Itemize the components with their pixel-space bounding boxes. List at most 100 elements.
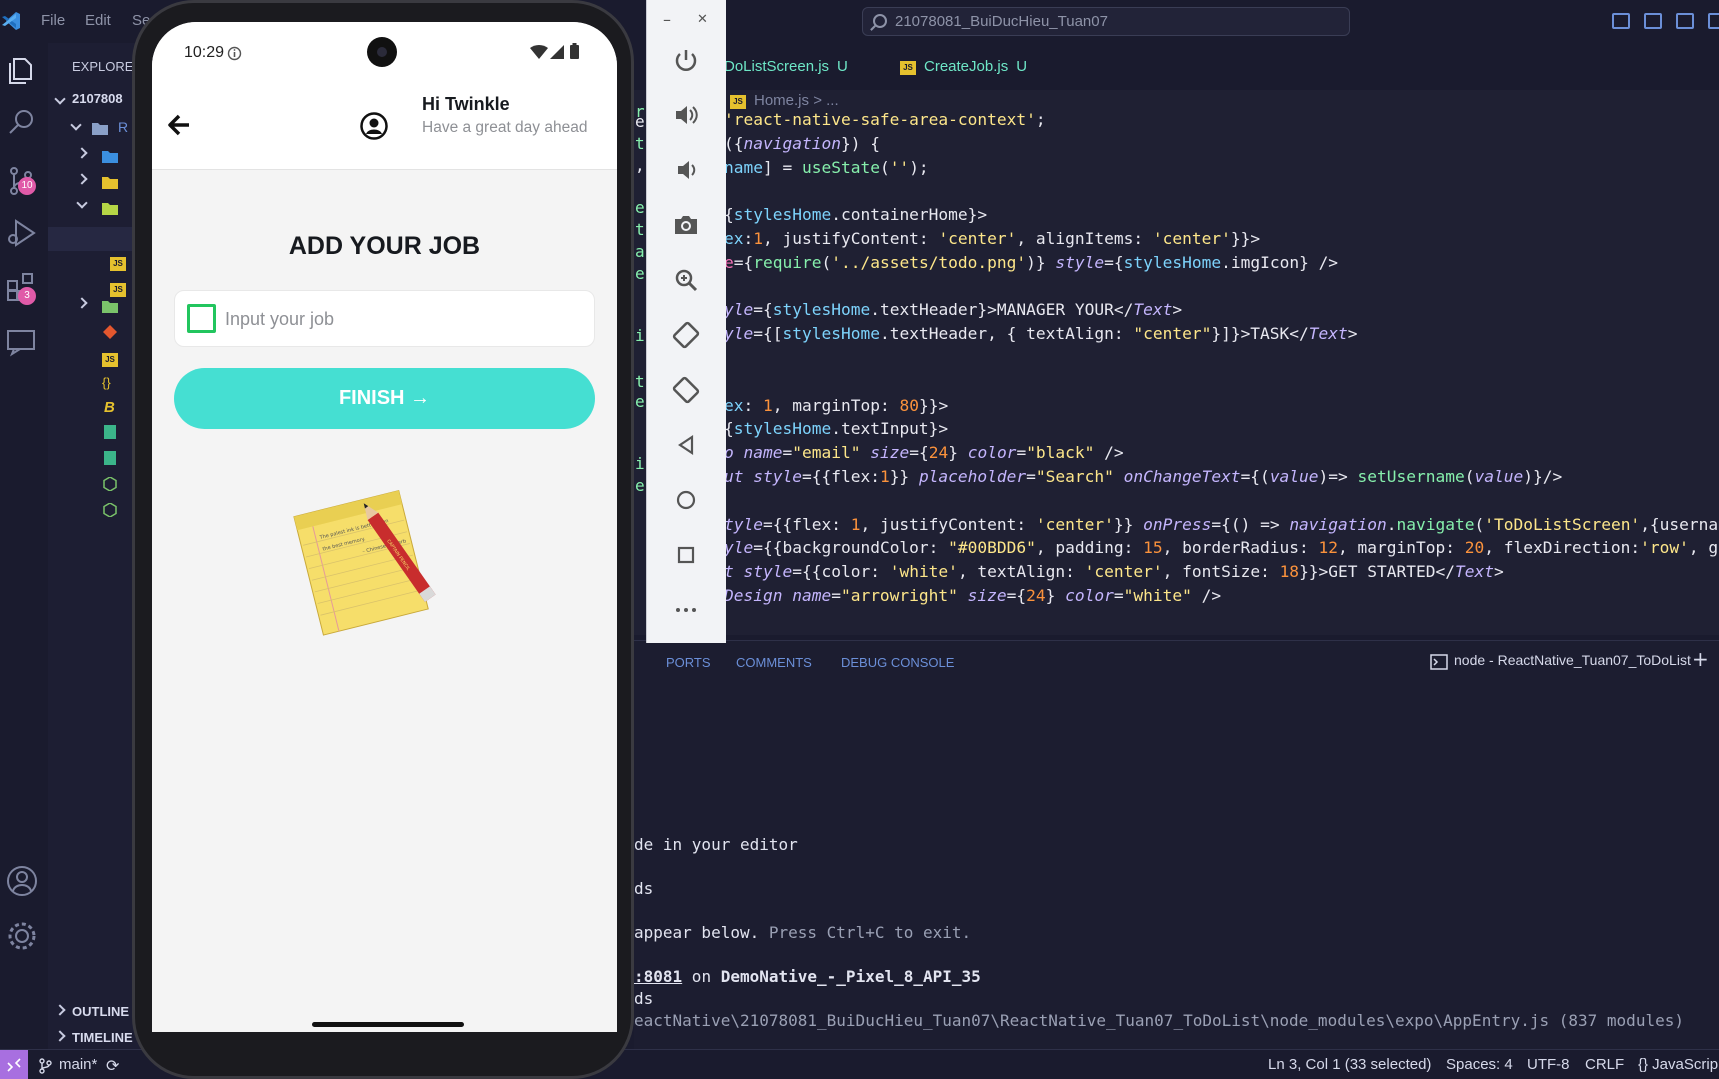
remote-explorer-icon[interactable]: [4, 323, 40, 359]
gutter-fragment: i: [635, 454, 645, 473]
image-file-icon[interactable]: [102, 451, 118, 465]
tab-ports[interactable]: PORTS: [666, 655, 711, 670]
back-icon[interactable]: [666, 425, 706, 465]
chevron-down-icon[interactable]: [76, 197, 88, 209]
command-search-box[interactable]: 21078081_BuiDucHieu_Tuan07: [862, 7, 1350, 36]
zoom-icon[interactable]: [666, 260, 706, 300]
extensions-badge: 3: [18, 287, 36, 305]
user-avatar-icon[interactable]: [360, 112, 388, 140]
outline-section[interactable]: OUTLINE: [72, 1004, 129, 1019]
accounts-icon[interactable]: [4, 863, 40, 899]
breadcrumb[interactable]: JS Home.js > ...: [730, 92, 839, 109]
remote-indicator[interactable]: [0, 1050, 28, 1079]
finish-button[interactable]: FINISH →: [174, 368, 595, 429]
search-icon[interactable]: [4, 105, 40, 141]
encoding[interactable]: UTF-8: [1527, 1056, 1570, 1073]
json-file-icon[interactable]: {}: [102, 375, 111, 390]
minimize-button[interactable]: –: [663, 10, 671, 29]
gutter-fragment: e: [635, 392, 645, 411]
js-file-icon[interactable]: JS: [102, 353, 118, 367]
tab-status: U: [837, 58, 848, 75]
language-mode[interactable]: {} JavaScrip: [1638, 1056, 1718, 1073]
vscode-logo-icon: [2, 12, 20, 30]
overview-icon[interactable]: [666, 535, 706, 575]
folder-icon: [102, 301, 118, 313]
greeting-text: Hi Twinkle: [422, 94, 510, 114]
search-icon: [873, 14, 887, 28]
toggle-panel-icon[interactable]: [1644, 13, 1662, 29]
job-input[interactable]: [225, 299, 585, 339]
home-icon[interactable]: [666, 480, 706, 520]
terminal-title[interactable]: node - ReactNative_Tuan07_ToDoList: [1454, 652, 1691, 668]
folder-icon: [102, 177, 118, 189]
chevron-right-icon[interactable]: [54, 1030, 66, 1042]
js-file-icon: JS: [730, 95, 746, 109]
rotate-left-icon[interactable]: [666, 315, 706, 355]
gutter-fragment: a: [635, 242, 645, 261]
code-content: 'react-native-safe-area-context'; ({navi…: [724, 110, 1719, 605]
close-button[interactable]: ✕: [697, 12, 708, 27]
customize-layout-icon[interactable]: [1708, 13, 1719, 29]
activity-bar: 10 3: [0, 43, 48, 1049]
chevron-down-icon[interactable]: [70, 119, 82, 131]
info-icon: [227, 46, 242, 61]
job-input-box[interactable]: [174, 290, 595, 347]
toggle-secondary-sidebar-icon[interactable]: [1676, 13, 1694, 29]
chevron-right-icon[interactable]: [54, 1004, 66, 1016]
js-file-icon: JS: [900, 61, 916, 75]
rotate-right-icon[interactable]: [666, 370, 706, 410]
toggle-primary-sidebar-icon[interactable]: [1612, 13, 1630, 29]
js-file-icon[interactable]: JS: [110, 283, 126, 297]
chevron-down-icon[interactable]: [54, 93, 66, 105]
back-arrow-icon[interactable]: [167, 114, 191, 136]
checkbox-icon[interactable]: [187, 304, 216, 333]
emulator-toolbar: – ✕: [646, 0, 726, 643]
menu-edit[interactable]: Edit: [85, 12, 111, 29]
tab-dolistscreen[interactable]: DoListScreen.js U: [724, 48, 848, 90]
more-icon[interactable]: [666, 590, 706, 630]
tab-debug-console[interactable]: DEBUG CONSOLE: [841, 655, 954, 670]
chevron-right-icon[interactable]: [76, 297, 88, 309]
js-file-icon[interactable]: JS: [110, 257, 126, 271]
sync-icon[interactable]: ⟳: [106, 1056, 119, 1076]
tab-comments[interactable]: COMMENTS: [736, 655, 812, 670]
branch-name[interactable]: main*: [59, 1056, 97, 1073]
branch-icon: [39, 1058, 52, 1074]
new-terminal-plus-icon[interactable]: +: [1692, 647, 1709, 671]
battery-icon: [570, 43, 579, 59]
terminal-line: eactNative\21078081_BuiDucHieu_Tuan07\Re…: [634, 1011, 1684, 1030]
node-file-icon[interactable]: [102, 503, 118, 517]
settings-gear-icon[interactable]: [4, 918, 40, 954]
indentation[interactable]: Spaces: 4: [1446, 1056, 1513, 1073]
babel-file-icon[interactable]: B: [104, 399, 115, 416]
gutter-fragment: t: [635, 220, 645, 239]
code-editor[interactable]: r e t , e t a e i t e i e 'react-native-…: [634, 90, 1719, 635]
app-header: Hi Twinkle Have a great day ahead: [152, 80, 617, 170]
breadcrumb-rest: > ...: [813, 92, 839, 109]
folder-open-icon: [102, 203, 118, 215]
timeline-section[interactable]: TIMELINE: [72, 1030, 133, 1045]
menu-file[interactable]: File: [41, 12, 65, 29]
image-file-icon[interactable]: [102, 425, 118, 439]
workspace-root[interactable]: 2107808: [72, 91, 123, 106]
gesture-bar[interactable]: [312, 1022, 464, 1027]
gutter-fragment: t: [635, 134, 645, 153]
volume-up-icon[interactable]: [666, 95, 706, 135]
wifi-icon: [530, 45, 548, 59]
gutter-fragment: e: [635, 112, 645, 131]
git-file-icon[interactable]: [102, 325, 118, 339]
cursor-position[interactable]: Ln 3, Col 1 (33 selected): [1268, 1056, 1431, 1073]
tab-createjob[interactable]: JS CreateJob.js U: [900, 48, 1027, 90]
chevron-right-icon[interactable]: [76, 147, 88, 159]
line-ending[interactable]: CRLF: [1585, 1056, 1624, 1073]
chevron-right-icon[interactable]: [76, 173, 88, 185]
volume-down-icon[interactable]: [666, 150, 706, 190]
folder-label[interactable]: R: [118, 119, 128, 135]
explorer-icon[interactable]: [4, 53, 40, 89]
node-file-icon[interactable]: [102, 477, 118, 491]
power-icon[interactable]: [666, 40, 706, 80]
terminal-line: de in your editor: [634, 835, 798, 854]
notepad-pencil-icon: The palest ink is better than the best m…: [293, 489, 436, 636]
camera-icon[interactable]: [666, 205, 706, 245]
run-debug-icon[interactable]: [4, 215, 40, 251]
